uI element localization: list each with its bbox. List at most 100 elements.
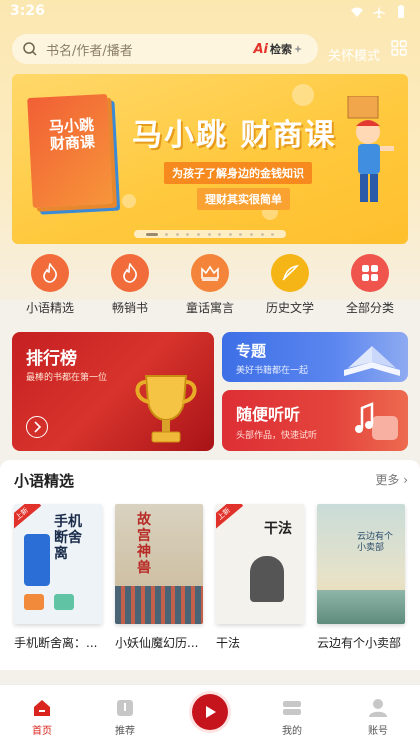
status-time: 3:26: [10, 3, 45, 19]
search-input[interactable]: 书名/作者/播者 Ai 检索: [12, 34, 318, 64]
book-title: 干法: [216, 636, 241, 650]
banner-subtitle: 为孩子了解身边的金钱知识: [164, 162, 312, 184]
selected-picks-section: 小语精选 更多 › 上新 手机断舍离 手机断舍离：... 故宫神兽 小妖仙魔幻历…: [0, 460, 420, 670]
author-portrait: [250, 556, 284, 602]
banner-book-title: 马小跳 财商课: [48, 115, 96, 154]
sparkle-icon: [294, 45, 302, 53]
nav-mine[interactable]: 我的: [262, 697, 322, 737]
divider: [0, 670, 420, 684]
carousel-dot: [165, 232, 169, 236]
carousel-dot: [197, 232, 201, 236]
category-label: 畅销书: [111, 301, 148, 315]
airplane-icon: [372, 4, 386, 18]
category-label: 历史文学: [265, 301, 314, 315]
carousel-dot: [186, 232, 190, 236]
topic-card[interactable]: 专题 美好书籍都在一起: [222, 332, 408, 382]
ranking-card[interactable]: 排行榜 最棒的书都在第一位: [12, 332, 214, 451]
wifi-icon: [350, 4, 364, 18]
category-fairy-tales[interactable]: 童话寓言: [172, 254, 248, 316]
book-cover: 上新 干法: [216, 504, 304, 624]
ranking-title: 排行榜: [26, 349, 77, 369]
new-badge: 上新: [14, 504, 42, 532]
book-title: 云边有个小卖部: [317, 636, 402, 650]
care-mode-button[interactable]: 关怀模式: [328, 45, 380, 64]
flame-icon: [31, 254, 69, 292]
cover-title: 云边有个小卖部: [357, 532, 394, 553]
carousel-dot: [218, 232, 222, 236]
carousel-dot: [175, 232, 179, 236]
bookshelf-icon: [283, 701, 301, 715]
arrow-right-icon[interactable]: [26, 416, 48, 438]
status-icons: [350, 4, 408, 18]
user-icon: [369, 699, 387, 717]
cover-title: 手机断舍离: [54, 514, 82, 562]
book-item[interactable]: 上新 干法 干法: [216, 504, 304, 651]
status-bar: 3:26: [0, 0, 420, 26]
book-item[interactable]: 云边有个小卖部 云边有个小卖部: [317, 504, 405, 651]
search-icon: [22, 41, 38, 57]
book-item[interactable]: 故宫神兽 小妖仙魔幻历...: [115, 504, 203, 651]
listen-card[interactable]: 随便听听 头部作品，快速试听: [222, 390, 408, 451]
music-note-icon: [355, 402, 398, 440]
ranking-subtitle: 最棒的书都在第一位: [26, 373, 108, 383]
category-all[interactable]: 全部分类: [332, 254, 408, 316]
category-label: 童话寓言: [185, 301, 234, 315]
category-label: 全部分类: [345, 301, 394, 315]
flame-icon: [111, 254, 149, 292]
nav-label: 首页: [32, 726, 52, 737]
grid-menu-icon[interactable]: [391, 40, 407, 56]
nav-label: 账号: [368, 726, 388, 737]
cover-title: 干法: [264, 521, 292, 537]
category-history-literature[interactable]: 历史文学: [252, 254, 328, 316]
carousel-indicator: [134, 230, 286, 238]
play-icon: [206, 706, 216, 718]
phone-illustration: [24, 534, 50, 586]
more-link[interactable]: 更多 ›: [375, 471, 408, 488]
carousel-dot: [207, 232, 211, 236]
ai-search-button[interactable]: Ai 检索: [253, 41, 302, 57]
nav-home[interactable]: 首页: [12, 697, 72, 737]
nav-recommend[interactable]: 推荐: [95, 697, 155, 737]
nav-label: 我的: [282, 726, 302, 737]
carousel-dot: [250, 232, 254, 236]
category-bestsellers[interactable]: 畅销书: [92, 254, 168, 316]
book-list: 上新 手机断舍离 手机断舍离：... 故宫神兽 小妖仙魔幻历... 上新 干法 …: [14, 504, 410, 651]
book-item[interactable]: 上新 手机断舍离 手机断舍离：...: [14, 504, 102, 651]
category-row: 小语精选 畅销书 童话寓言 历史文学 全部分类: [0, 254, 420, 316]
quill-icon: [271, 254, 309, 292]
carousel-dot: [260, 232, 264, 236]
coin-decoration: [292, 84, 314, 106]
listen-subtitle: 头部作品，快速试听: [236, 431, 318, 441]
book-title: 小妖仙魔幻历...: [115, 636, 199, 650]
home-icon: [34, 700, 50, 716]
ai-logo: Ai: [253, 41, 268, 57]
category-selected-picks[interactable]: 小语精选: [12, 254, 88, 316]
ai-search-label: 检索: [270, 43, 292, 56]
banner-carousel[interactable]: 马小跳 财商课 马小跳 财商课 为孩子了解身边的金钱知识 理财其实很简单: [12, 74, 408, 244]
topic-title: 专题: [236, 342, 267, 360]
carousel-dot: [239, 232, 243, 236]
category-label: 小语精选: [25, 301, 74, 315]
topic-subtitle: 美好书籍都在一起: [236, 366, 309, 376]
play-button[interactable]: [192, 694, 228, 730]
grid-icon: [351, 254, 389, 292]
search-placeholder: 书名/作者/播者: [46, 44, 133, 59]
book-icon: [117, 700, 133, 716]
open-book-icon: [344, 346, 400, 376]
nav-label: 推荐: [115, 726, 135, 737]
listen-title: 随便听听: [236, 405, 301, 424]
carousel-dot: [228, 232, 232, 236]
book-cover: 故宫神兽: [115, 504, 203, 624]
nav-account[interactable]: 账号: [348, 697, 408, 737]
banner-title: 马小跳 财商课: [132, 118, 337, 153]
coin-decoration: [122, 194, 136, 208]
section-title: 小语精选: [14, 472, 75, 490]
banner-slogan: 理财其实很简单: [197, 188, 290, 210]
carousel-dot: [271, 232, 275, 236]
cartoon-boy-illustration: [347, 96, 394, 202]
new-badge: 上新: [216, 504, 244, 532]
book-cover: 云边有个小卖部: [317, 504, 405, 624]
carousel-dot: [145, 232, 158, 236]
cover-title: 故宫神兽: [137, 512, 151, 576]
crown-icon: [191, 254, 229, 292]
